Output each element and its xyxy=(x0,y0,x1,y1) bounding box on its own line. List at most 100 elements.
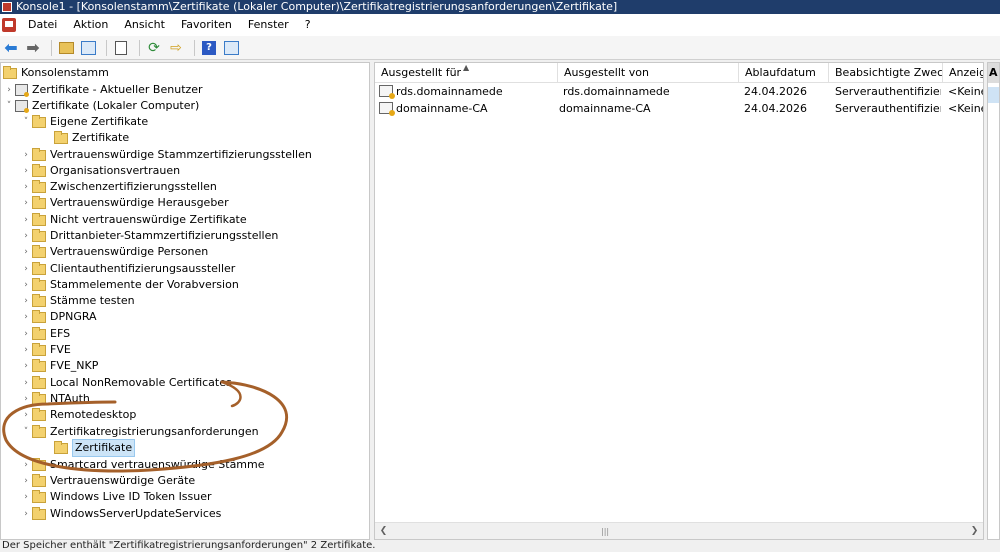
tree-node-clientauthentifizierung[interactable]: › Clientauthentifizierungsaussteller xyxy=(20,261,235,277)
action-pane-subheader[interactable] xyxy=(988,87,999,103)
menu-fenster[interactable]: Fenster xyxy=(240,14,297,36)
tree-node-herausgeber[interactable]: › Vertrauenswürdige Herausgeber xyxy=(20,195,229,211)
export-list-button[interactable]: ⇨ xyxy=(167,39,185,57)
expand-arrow-icon[interactable]: › xyxy=(20,473,32,489)
tree-node-label: FVE_NKP xyxy=(50,359,99,372)
menu-datei[interactable]: Datei xyxy=(20,14,65,36)
menu-ansicht[interactable]: Ansicht xyxy=(116,14,173,36)
cell-ausgestellt-fuer: domainname-CA xyxy=(396,102,488,115)
console-tree[interactable]: Konsolenstamm › Zertifikate - Aktueller … xyxy=(0,62,370,540)
expand-arrow-icon[interactable]: › xyxy=(20,391,32,407)
tree-node-zertifikatregistrierungsanforderungen[interactable]: ˅ Zertifikatregistrierungsanforderungen xyxy=(20,424,259,440)
expand-arrow-icon[interactable]: › xyxy=(20,163,32,179)
cell-ablaufdatum: 24.04.2026 xyxy=(744,85,807,98)
expand-arrow-icon[interactable]: › xyxy=(20,261,32,277)
tree-node-smartcard[interactable]: › Smartcard vertrauenswürdige Stämme xyxy=(20,457,265,473)
up-one-level-button[interactable] xyxy=(57,39,75,57)
back-arrow-icon: ⬅ xyxy=(4,37,18,57)
horizontal-scrollbar[interactable]: ❮ ||| ❯ xyxy=(375,522,983,539)
column-header-ablaufdatum[interactable]: Ablaufdatum xyxy=(739,63,829,83)
scrollbar-grip-icon[interactable]: ||| xyxy=(601,527,609,536)
tree-node-konsolenstamm[interactable]: Konsolenstamm xyxy=(3,65,109,81)
scroll-right-arrow-icon[interactable]: ❯ xyxy=(966,523,983,539)
tree-node-staemme-testen[interactable]: › Stämme testen xyxy=(20,293,135,309)
back-button[interactable]: ⬅ xyxy=(2,37,20,57)
tree-node-stammzertifizierungsstellen[interactable]: › Vertrauenswürdige Stammzertifizierungs… xyxy=(20,147,312,163)
tree-node-eigene-zertifikate[interactable]: ˅ Eigene Zertifikate xyxy=(20,114,148,130)
expand-arrow-icon[interactable]: › xyxy=(20,358,32,374)
tree-node-personen[interactable]: › Vertrauenswürdige Personen xyxy=(20,244,208,260)
table-row[interactable]: domainname-CA domainname-CA 24.04.2026 S… xyxy=(375,100,983,117)
expand-arrow-icon[interactable]: › xyxy=(20,293,32,309)
action-pane-button[interactable] xyxy=(222,39,240,57)
forward-button[interactable]: ➡ xyxy=(24,38,42,57)
tree-node-windows-live-id[interactable]: › Windows Live ID Token Issuer xyxy=(20,489,212,505)
expand-arrow-icon[interactable]: › xyxy=(20,342,32,358)
column-label: Ausgestellt für xyxy=(381,66,462,79)
menu-help[interactable]: ? xyxy=(297,14,319,36)
collapse-arrow-icon[interactable]: ˅ xyxy=(20,424,32,440)
column-header-ausgestellt-fuer[interactable]: Ausgestellt für ▲ xyxy=(375,63,558,83)
scroll-left-arrow-icon[interactable]: ❮ xyxy=(375,523,392,539)
expand-arrow-icon[interactable]: › xyxy=(20,506,32,522)
expand-arrow-icon[interactable]: › xyxy=(20,228,32,244)
certificate-list[interactable]: Ausgestellt für ▲ Ausgestellt von Ablauf… xyxy=(374,62,984,540)
tree-node-zwischenzertifizierungsstellen[interactable]: › Zwischenzertifizierungsstellen xyxy=(20,179,217,195)
column-label: Anzeige xyxy=(949,66,983,79)
tree-node-fve[interactable]: › FVE xyxy=(20,342,71,358)
menu-favoriten[interactable]: Favoriten xyxy=(173,14,240,36)
expand-arrow-icon[interactable]: › xyxy=(20,489,32,505)
tree-node-nicht-vertrauenswuerdig[interactable]: › Nicht vertrauenswürdige Zertifikate xyxy=(20,212,247,228)
action-pane[interactable]: A xyxy=(987,62,1000,540)
expand-arrow-icon[interactable]: › xyxy=(20,179,32,195)
expand-arrow-icon[interactable]: › xyxy=(20,375,32,391)
table-row[interactable]: rds.domainnamede rds.domainnamede 24.04.… xyxy=(375,83,983,100)
show-hide-tree-button[interactable] xyxy=(79,39,97,57)
up-folder-icon xyxy=(58,41,74,54)
tree-node-organisationsvertrauen[interactable]: › Organisationsvertrauen xyxy=(20,163,180,179)
show-hide-tree-icon xyxy=(80,40,96,55)
tree-node-label: Nicht vertrauenswürdige Zertifikate xyxy=(50,213,247,226)
folder-icon xyxy=(32,342,46,356)
tree-node-geraete[interactable]: › Vertrauenswürdige Geräte xyxy=(20,473,195,489)
tree-node-fve-nkp[interactable]: › FVE_NKP xyxy=(20,358,98,374)
expand-arrow-icon[interactable]: › xyxy=(20,147,32,163)
tree-node-dpngra[interactable]: › DPNGRA xyxy=(20,309,97,325)
menu-aktion[interactable]: Aktion xyxy=(65,14,116,36)
expand-arrow-icon[interactable]: › xyxy=(20,309,32,325)
expand-arrow-icon[interactable]: › xyxy=(20,326,32,342)
tree-node-ntauth[interactable]: › NTAuth xyxy=(20,391,90,407)
tree-node-registrierung-zertifikate[interactable]: Zertifikate xyxy=(54,439,136,457)
tree-node-label: Drittanbieter-Stammzertifizierungsstelle… xyxy=(50,229,279,242)
folder-icon xyxy=(32,277,46,291)
column-header-anzeigename[interactable]: Anzeige xyxy=(943,63,983,83)
tree-node-remotedesktop[interactable]: › Remotedesktop xyxy=(20,407,136,423)
expand-arrow-icon[interactable]: › xyxy=(20,195,32,211)
tree-node-zertifikate-computer[interactable]: ˅ Zertifikate (Lokaler Computer) xyxy=(3,98,199,114)
help-button[interactable]: ? xyxy=(200,39,218,57)
collapse-arrow-icon[interactable]: ˅ xyxy=(3,98,15,114)
expand-arrow-icon[interactable]: › xyxy=(20,407,32,423)
expand-arrow-icon[interactable]: › xyxy=(20,244,32,260)
refresh-button[interactable]: ⟳ xyxy=(145,39,163,57)
expand-arrow-icon[interactable]: › xyxy=(20,457,32,473)
console-menu-icon[interactable] xyxy=(2,18,16,32)
status-bar: Der Speicher enthält "Zertifikatregistri… xyxy=(0,540,1000,552)
collapse-arrow-icon[interactable]: ˅ xyxy=(20,114,32,130)
tree-node-label: Vertrauenswürdige Stammzertifizierungsst… xyxy=(50,148,312,161)
copy-button[interactable] xyxy=(112,39,130,57)
tree-node-efs[interactable]: › EFS xyxy=(20,326,70,342)
toolbar-separator xyxy=(106,39,107,56)
tree-node-eigene-zertifikate-zertifikate[interactable]: Zertifikate xyxy=(54,130,129,146)
column-header-zwecke[interactable]: Beabsichtigte Zwecke xyxy=(829,63,943,83)
tree-node-vorabversion[interactable]: › Stammelemente der Vorabversion xyxy=(20,277,239,293)
tree-node-zertifikate-benutzer[interactable]: › Zertifikate - Aktueller Benutzer xyxy=(3,82,203,98)
expand-arrow-icon[interactable]: › xyxy=(20,277,32,293)
tree-node-local-nonremovable[interactable]: › Local NonRemovable Certificates xyxy=(20,375,232,391)
tree-node-wsus[interactable]: › WindowsServerUpdateServices xyxy=(20,506,221,522)
tree-node-drittanbieter[interactable]: › Drittanbieter-Stammzertifizierungsstel… xyxy=(20,228,278,244)
column-header-ausgestellt-von[interactable]: Ausgestellt von xyxy=(558,63,739,83)
expand-arrow-icon[interactable]: › xyxy=(3,82,15,98)
title-bar: Konsole1 - [Konsolenstamm\Zertifikate (L… xyxy=(0,0,1000,14)
expand-arrow-icon[interactable]: › xyxy=(20,212,32,228)
